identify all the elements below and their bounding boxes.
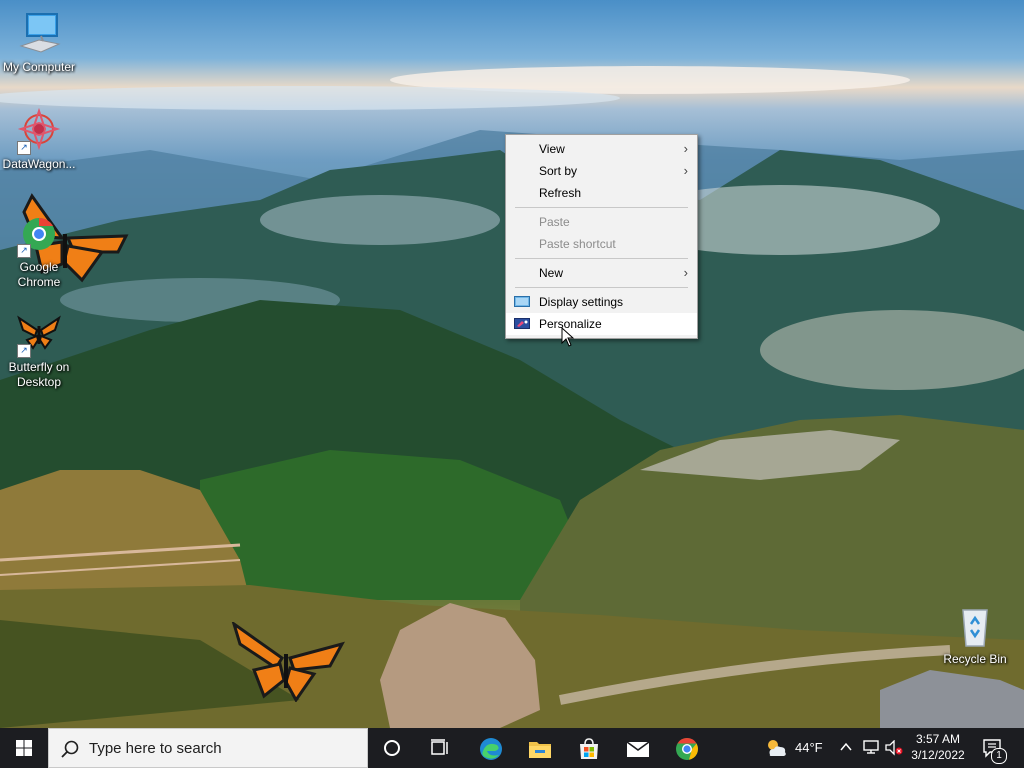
menu-item-label: Paste [539,215,570,229]
task-view-icon [431,739,448,755]
menu-item-paste-shortcut: Paste shortcut [506,233,697,255]
edge-button[interactable] [466,728,514,768]
menu-item-paste: Paste [506,211,697,233]
menu-item-sort-by[interactable]: Sort by › [506,160,697,182]
desktop-icon-label: Google Chrome [17,260,61,289]
desktop-icon-butterfly[interactable]: ↗ Butterfly on Desktop [1,310,77,390]
shortcut-arrow-icon: ↗ [17,344,31,358]
chrome-taskbar-button[interactable] [662,728,710,768]
mountain-landscape [0,66,1024,728]
chevron-right-icon: › [683,265,688,280]
butterfly-decoration [231,622,345,702]
menu-item-label: Refresh [539,186,582,200]
desktop-context-menu: View › Sort by › Refresh Paste Paste sho… [505,134,698,339]
mouse-cursor-icon [561,327,575,347]
menu-item-label: New [539,266,564,280]
clock-time: 3:57 AM [915,732,961,746]
edge-icon [480,738,502,760]
network-button[interactable] [861,728,881,768]
shortcut-arrow-icon: ↗ [17,141,31,155]
file-explorer-button[interactable] [515,728,563,768]
menu-item-label: Display settings [539,295,624,309]
menu-item-label: Paste shortcut [539,237,616,251]
file-explorer-icon [529,742,551,758]
notification-count-badge: 1 [991,748,1007,764]
menu-separator [515,258,688,259]
cortana-icon [384,740,400,756]
display-icon [514,296,530,307]
task-view-button[interactable] [416,728,464,768]
desktop-wallpaper[interactable] [0,0,1024,728]
menu-separator [515,207,688,208]
datawagon-icon: ↗ [15,107,63,155]
menu-item-label: View [539,142,565,156]
menu-separator [515,287,688,288]
clock-date: 3/12/2022 [911,748,965,762]
desktop-icon-label: DataWagon... [2,157,76,171]
taskbar-search-box[interactable]: Type here to search [48,728,368,768]
menu-item-label: Sort by [539,164,578,178]
taskbar: Type here to search 44°F 3:57 AM 3/12/20… [0,728,1024,768]
desktop-icon-my-computer[interactable]: My Computer [1,10,77,75]
desktop-icon-label: Butterfly on Desktop [8,360,70,389]
desktop-icon-google-chrome[interactable]: ↗ Google Chrome [1,210,77,290]
chevron-right-icon: › [683,163,688,178]
menu-item-view[interactable]: View › [506,138,697,160]
desktop-icon-recycle-bin[interactable]: Recycle Bin [937,602,1013,667]
menu-item-new[interactable]: New › [506,262,697,284]
microsoft-store-icon [580,738,598,759]
shortcut-arrow-icon: ↗ [17,244,31,258]
chrome-icon [676,738,698,760]
desktop-icon-datawagon[interactable]: ↗ DataWagon... [1,107,77,172]
butterfly-icon: ↗ [15,310,63,358]
chevron-up-icon [840,742,852,751]
mail-button[interactable] [613,728,661,768]
microsoft-store-button[interactable] [564,728,612,768]
cortana-button[interactable] [368,728,416,768]
notifications-button[interactable]: 1 [980,728,1010,768]
show-hidden-icons-button[interactable] [838,728,854,768]
personalize-icon [514,318,530,329]
recycle-bin-icon [951,602,999,650]
menu-item-personalize[interactable]: Personalize [506,313,697,335]
chrome-icon: ↗ [15,210,63,258]
desktop-icon-label: Recycle Bin [943,652,1007,666]
start-button[interactable] [0,728,48,768]
partly-cloudy-icon [768,740,786,756]
chevron-right-icon: › [683,141,688,156]
clock[interactable]: 3:57 AM 3/12/2022 [900,731,976,763]
menu-item-display-settings[interactable]: Display settings [506,291,697,313]
search-placeholder: Type here to search [89,740,222,757]
menu-item-refresh[interactable]: Refresh [506,182,697,204]
computer-icon [15,10,63,58]
weather-widget[interactable]: 44°F [762,728,832,768]
desktop-icon-label: My Computer [2,60,76,74]
search-icon [61,740,79,758]
network-icon [863,740,879,754]
weather-temp: 44°F [795,740,823,755]
mail-icon [626,741,650,757]
windows-logo-icon [16,740,32,756]
